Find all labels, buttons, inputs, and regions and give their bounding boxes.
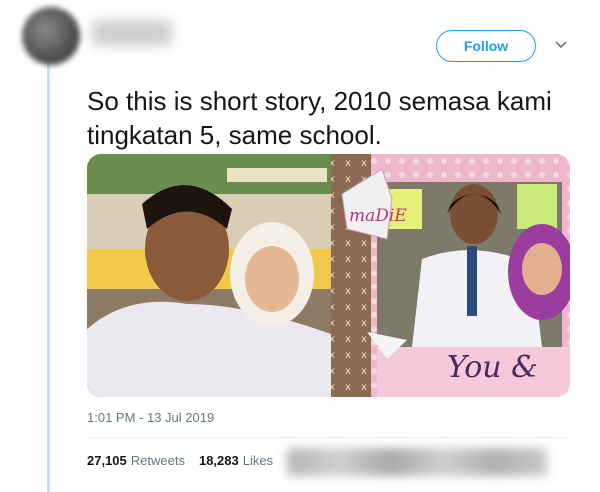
sticker-text: maDiE bbox=[349, 206, 407, 226]
divider bbox=[87, 437, 570, 438]
tweet-timestamp[interactable]: 1:01 PM - 13 Jul 2019 bbox=[87, 410, 214, 425]
thread-line bbox=[47, 62, 50, 492]
likes-count: 18,283 bbox=[198, 453, 239, 468]
tweet-stats: 27,105 Retweets 18,283 Likes bbox=[87, 453, 273, 468]
blurred-liker-avatars bbox=[287, 448, 547, 476]
likes-label: Likes bbox=[242, 453, 274, 468]
chevron-down-icon[interactable] bbox=[554, 38, 568, 52]
likes-stat[interactable]: 18,283 Likes bbox=[199, 453, 273, 468]
blurred-username bbox=[92, 20, 172, 46]
tweet-media[interactable]: x maDiE You & bbox=[87, 154, 570, 397]
tweet-text: So this is short story, 2010 semasa kami… bbox=[87, 86, 552, 150]
caption-text: You & bbox=[447, 350, 538, 385]
retweets-label: Retweets bbox=[130, 453, 185, 468]
follow-button[interactable]: Follow bbox=[436, 30, 536, 62]
media-photo: x maDiE You & bbox=[87, 154, 570, 397]
retweets-count: 27,105 bbox=[87, 453, 127, 468]
avatar[interactable] bbox=[22, 7, 80, 65]
retweets-stat[interactable]: 27,105 Retweets bbox=[87, 453, 185, 468]
